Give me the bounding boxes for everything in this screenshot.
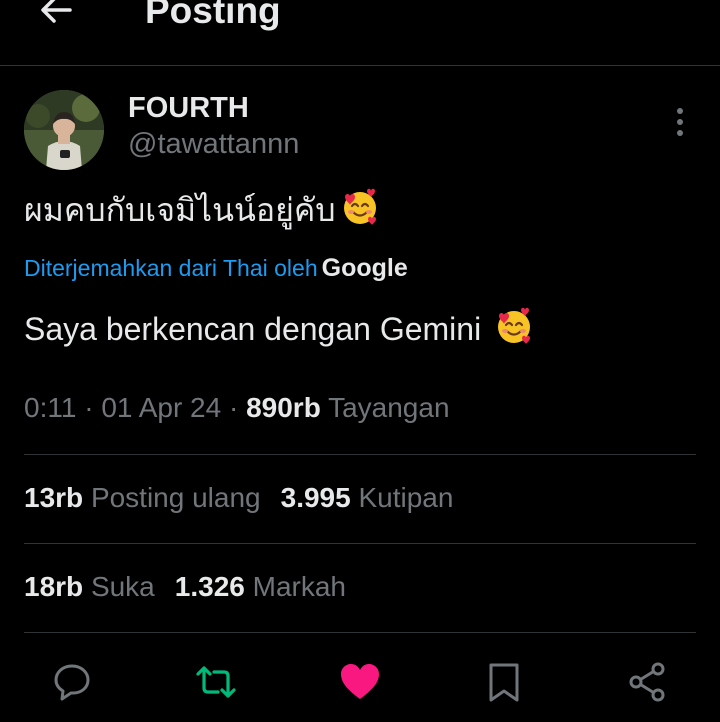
bookmarks-count: 1.326 — [174, 571, 245, 602]
top-bar: Posting — [0, 0, 720, 66]
meta-separator: · — [76, 392, 102, 423]
bookmarks-label: Markah — [252, 571, 346, 602]
page-title: Posting — [145, 0, 281, 31]
share-button[interactable] — [626, 660, 670, 704]
views-count: 890rb — [246, 392, 321, 423]
likes-label: Suka — [90, 571, 155, 602]
translation-label[interactable]: Diterjemahkan dari Thai oleh — [24, 255, 318, 281]
post-text-content: ผมคบกับเจมิไนน์อยู่คับ — [24, 191, 336, 229]
reposts-label: Posting ulang — [90, 482, 261, 513]
google-logo-text: Google — [321, 254, 408, 282]
repost-button[interactable] — [194, 660, 238, 704]
like-button[interactable] — [338, 660, 382, 704]
avatar[interactable] — [24, 90, 104, 170]
author-handle[interactable]: @tawattannn — [128, 128, 299, 161]
reposts-stat[interactable]: 13rb Posting ulang — [24, 482, 261, 513]
quotes-label: Kutipan — [358, 482, 454, 513]
author-name[interactable]: FOURTH — [128, 92, 249, 125]
heart-icon — [341, 664, 379, 699]
like-bookmark-stats: 18rb Suka 1.326 Markah — [24, 571, 346, 603]
translation-attribution: Diterjemahkan dari Thai oleh Google — [24, 254, 408, 283]
share-icon — [629, 662, 665, 702]
back-button[interactable] — [36, 0, 76, 30]
divider — [24, 632, 696, 633]
arrow-left-icon — [41, 0, 72, 23]
more-options-button[interactable] — [664, 104, 696, 140]
quotes-stat[interactable]: 3.995 Kutipan — [281, 482, 454, 513]
post-meta: 0:11 · 01 Apr 24 · 890rb Tayangan — [24, 392, 450, 424]
translated-text-content: Saya berkencan dengan Gemini — [24, 311, 482, 347]
smiling-face-with-hearts-icon — [343, 188, 376, 225]
meta-separator: · — [221, 392, 247, 423]
reply-icon — [54, 664, 90, 701]
likes-stat[interactable]: 18rb Suka — [24, 571, 155, 602]
views-label: Tayangan — [328, 392, 450, 423]
post-text: ผมคบกับเจมิไนน์อยู่คับ — [24, 186, 380, 234]
divider — [24, 543, 696, 544]
bookmark-icon — [489, 663, 519, 702]
likes-count: 18rb — [24, 571, 84, 602]
bookmarks-stat[interactable]: 1.326 Markah — [175, 571, 346, 602]
reply-button[interactable] — [50, 660, 94, 704]
bookmark-button[interactable] — [482, 660, 526, 704]
translated-text: Saya berkencan dengan Gemini — [24, 306, 534, 352]
quotes-count: 3.995 — [280, 482, 351, 513]
post-time[interactable]: 0:11 — [24, 392, 76, 423]
reposts-count: 13rb — [24, 482, 84, 513]
repost-quote-stats: 13rb Posting ulang 3.995 Kutipan — [24, 482, 453, 514]
retweet-icon — [196, 666, 236, 698]
smiling-face-with-hearts-icon — [498, 307, 531, 344]
divider — [24, 454, 696, 455]
more-vertical-icon — [677, 108, 683, 136]
post-date[interactable]: 01 Apr 24 — [101, 392, 221, 423]
avatar-image — [24, 90, 104, 170]
